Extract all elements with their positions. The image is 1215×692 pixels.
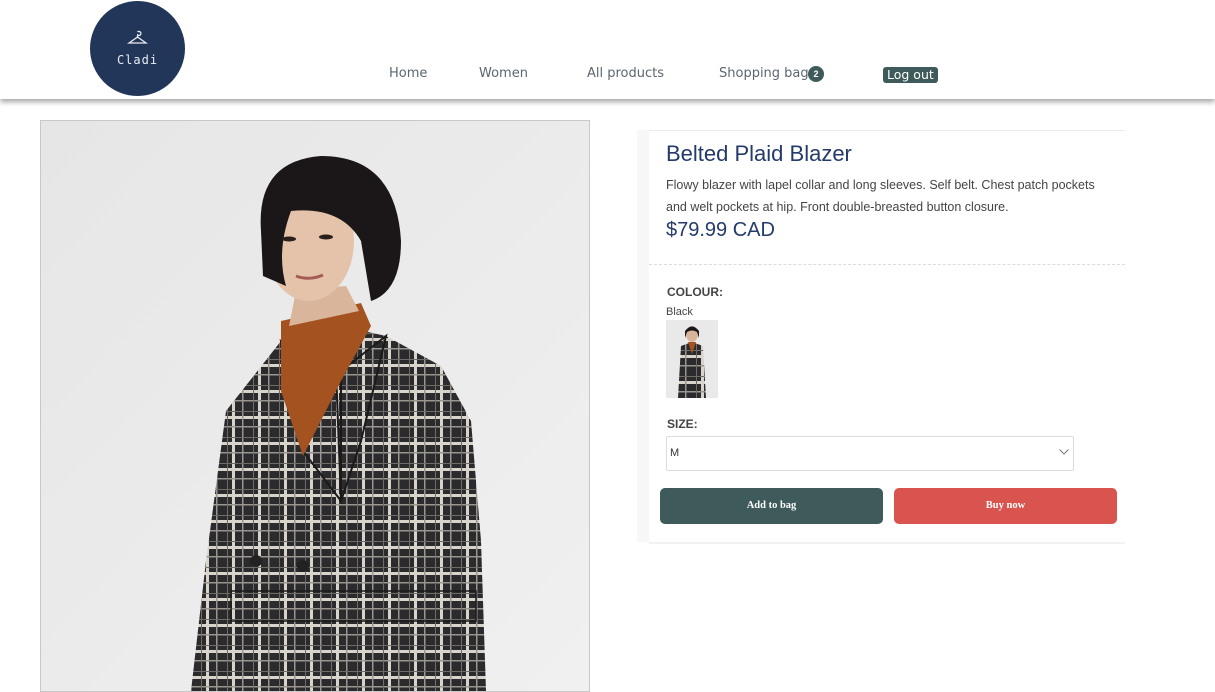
bag-count-badge[interactable]: 2: [808, 66, 824, 82]
brand-logo[interactable]: Cladi: [90, 1, 185, 96]
nav-shopping-bag[interactable]: Shopping bag: [719, 66, 809, 81]
colour-label: COLOUR:: [667, 285, 723, 299]
divider: [649, 264, 1125, 265]
model-photo: [41, 121, 589, 691]
product-details-card: Belted Plaid Blazer Flowy blazer with la…: [649, 130, 1125, 542]
product-price: $79.99 CAD: [666, 219, 775, 241]
hanger-icon: [127, 30, 148, 44]
add-to-bag-button[interactable]: Add to bag: [660, 488, 883, 524]
buy-now-button[interactable]: Buy now: [894, 488, 1117, 524]
product-title: Belted Plaid Blazer: [666, 141, 852, 166]
brand-name: Cladi: [116, 53, 159, 67]
size-label: SIZE:: [667, 417, 698, 431]
product-description: Flowy blazer with lapel collar and long …: [666, 178, 1095, 214]
product-main-image: [40, 120, 590, 692]
site-header: Cladi Home Women All products Shopping b…: [0, 0, 1215, 99]
size-selected-value: M: [670, 447, 680, 459]
colour-value: Black: [666, 306, 693, 318]
chevron-down-icon: [1059, 449, 1069, 455]
colour-swatch-black[interactable]: [666, 320, 718, 398]
swatch-thumbnail: [666, 320, 718, 398]
logout-button[interactable]: Log out: [883, 67, 938, 83]
nav-home[interactable]: Home: [389, 66, 427, 81]
nav-women[interactable]: Women: [479, 66, 528, 81]
nav-all-products[interactable]: All products: [587, 66, 664, 81]
size-select[interactable]: M: [666, 436, 1074, 471]
